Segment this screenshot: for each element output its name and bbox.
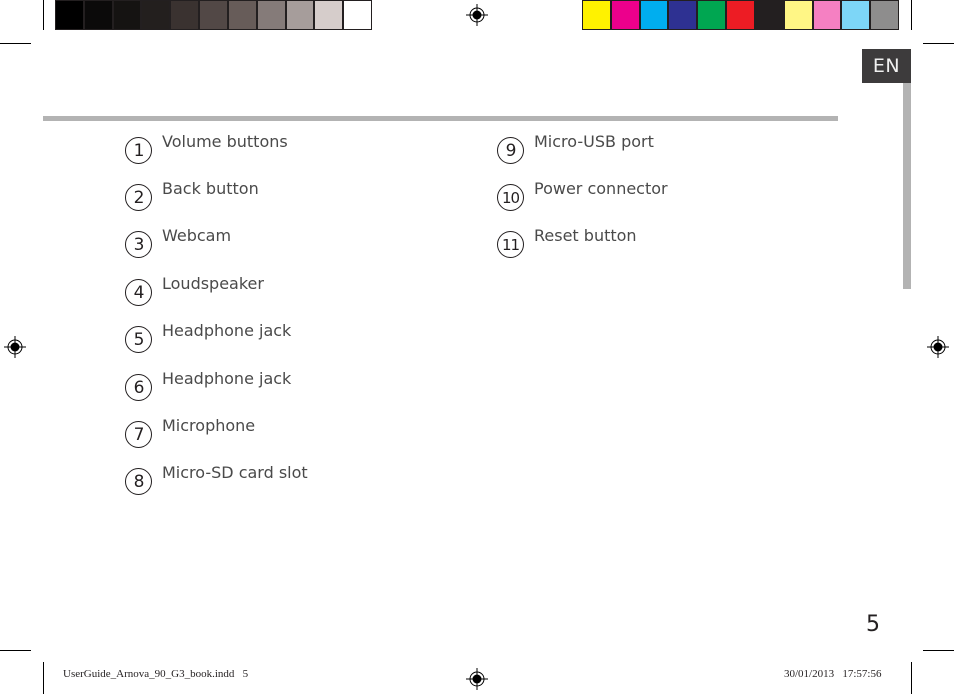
item-number-badge: 10: [497, 184, 524, 211]
crop-mark-top-left-h: [0, 43, 31, 44]
list-item: 6 Headphone jack: [125, 370, 291, 401]
color-swatch: [727, 1, 754, 29]
color-swatch: [640, 1, 668, 29]
list-item: 11 Reset button: [497, 227, 637, 258]
item-number-badge: 11: [497, 231, 524, 258]
color-swatch: [171, 1, 199, 29]
item-number-badge: 5: [125, 326, 152, 353]
color-swatch: [813, 1, 841, 29]
item-label: Headphone jack: [162, 369, 292, 388]
color-swatch: [755, 1, 783, 29]
item-label: Loudspeaker: [162, 274, 264, 293]
item-number-badge: 7: [125, 421, 152, 448]
item-number-badge: 6: [125, 374, 152, 401]
crop-mark-bottom-right-h: [923, 650, 954, 651]
item-number-badge: 3: [125, 231, 152, 258]
item-label: Reset button: [534, 226, 637, 245]
list-item: 2 Back button: [125, 180, 259, 211]
language-tab: EN: [862, 49, 911, 83]
color-swatch: [842, 1, 870, 29]
registration-mark-icon: [466, 668, 488, 690]
slug-filename: UserGuide_Arnova_90_G3_book.indd 5: [63, 668, 249, 680]
color-swatch: [583, 1, 610, 29]
crop-mark-top-left-v: [43, 0, 44, 30]
list-item: 10 Power connector: [497, 180, 668, 211]
item-label: Headphone jack: [162, 321, 292, 340]
color-swatch: [698, 1, 726, 29]
item-number-badge: 1: [125, 137, 152, 164]
process-color-bar: [582, 0, 899, 30]
grayscale-color-bar: [55, 0, 372, 30]
color-swatch: [669, 1, 697, 29]
item-number-badge: 4: [125, 279, 152, 306]
crop-mark-top-right-v: [911, 0, 912, 30]
color-swatch: [142, 1, 170, 29]
page-number: 5: [866, 612, 880, 637]
color-swatch: [784, 1, 812, 29]
registration-mark-icon: [466, 4, 488, 26]
crop-mark-top-right-h: [923, 43, 954, 44]
item-number-badge: 2: [125, 184, 152, 211]
color-swatch: [228, 1, 256, 29]
crop-mark-bottom-left-h: [0, 650, 31, 651]
section-rule: [43, 116, 838, 121]
color-swatch: [611, 1, 639, 29]
color-swatch: [56, 1, 83, 29]
slug-timestamp: 30/01/2013 17:57:56: [784, 668, 882, 680]
item-label: Power connector: [534, 179, 668, 198]
color-swatch: [344, 1, 371, 29]
item-number-badge: 9: [497, 137, 524, 164]
registration-mark-icon: [927, 336, 949, 358]
item-label: Microphone: [162, 416, 256, 435]
color-swatch: [257, 1, 285, 29]
item-label: Micro-USB port: [534, 132, 654, 151]
item-label: Back button: [162, 179, 259, 198]
color-swatch: [200, 1, 227, 29]
list-item: 3 Webcam: [125, 227, 231, 258]
color-swatch: [315, 1, 343, 29]
list-item: 5 Headphone jack: [125, 322, 291, 353]
color-swatch: [871, 1, 898, 29]
registration-mark-icon: [4, 336, 26, 358]
side-section-bar: [903, 83, 911, 289]
item-label: Micro-SD card slot: [162, 463, 308, 482]
color-swatch: [286, 1, 314, 29]
item-label: Volume buttons: [162, 132, 288, 151]
list-item: 4 Loudspeaker: [125, 275, 264, 306]
crop-mark-bottom-right-v: [911, 662, 912, 694]
color-swatch: [84, 1, 112, 29]
list-item: 8 Micro-SD card slot: [125, 464, 308, 495]
list-item: 9 Micro-USB port: [497, 133, 654, 164]
list-item: 7 Microphone: [125, 417, 255, 448]
item-label: Webcam: [162, 226, 232, 245]
item-number-badge: 8: [125, 468, 152, 495]
crop-mark-bottom-left-v: [43, 662, 44, 694]
list-item: 1 Volume buttons: [125, 133, 288, 164]
color-swatch: [113, 1, 141, 29]
